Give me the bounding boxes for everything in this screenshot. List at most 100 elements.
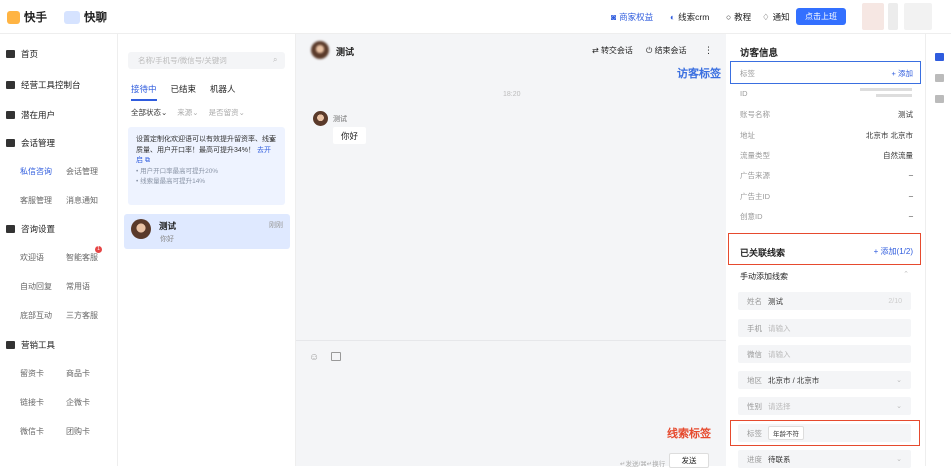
sidebar-item-common-phrases[interactable]: 常用语 bbox=[66, 281, 90, 292]
add-clue-button[interactable]: + 添加(1/2) bbox=[874, 246, 913, 257]
end-session-button[interactable]: ⏻ 结束会话 bbox=[646, 45, 687, 56]
field-placeholder: 请输入 bbox=[768, 349, 791, 359]
home-icon bbox=[6, 50, 15, 58]
sidebar-group-potential-users[interactable]: 潜在用户 bbox=[6, 109, 55, 121]
nav-clue-crm[interactable]: ◐ 线索crm bbox=[670, 11, 709, 23]
avatar bbox=[311, 41, 329, 59]
message-timestamp: 18:20 bbox=[503, 91, 521, 98]
sidebar-item-product-card[interactable]: 商品卡 bbox=[66, 368, 90, 379]
folder-icon bbox=[6, 341, 15, 349]
sidebar-item-smart-service[interactable]: 智能客服 bbox=[66, 252, 98, 263]
sidebar-group-consult-settings[interactable]: 咨询设置 bbox=[6, 223, 55, 235]
tag-chip[interactable]: 年龄不符 bbox=[768, 426, 804, 440]
visitor-panel: 访客信息 标签 + 添加 ID 账号名称 测试 地址 北京市 北京市 流量类型 … bbox=[726, 34, 925, 468]
field-value: 待联系 bbox=[768, 454, 791, 464]
sidebar-item-session-management[interactable]: 会话管理 bbox=[66, 166, 98, 177]
add-tag-button[interactable]: + 添加 bbox=[892, 68, 913, 79]
conversation-preview: 你好 bbox=[160, 236, 174, 243]
user-menu[interactable] bbox=[904, 3, 932, 30]
chevron-down-icon: ⌄ bbox=[896, 403, 902, 410]
message-bubble: 你好 bbox=[333, 127, 366, 144]
kuaishou-logo[interactable]: 快手 bbox=[7, 8, 47, 26]
field-value: 测试 bbox=[768, 296, 783, 306]
search-icon[interactable]: ⌕ bbox=[273, 55, 277, 65]
transfer-button[interactable]: ⇄ 转交会话 bbox=[592, 45, 633, 56]
avatar bbox=[313, 111, 328, 126]
settings-icon bbox=[6, 225, 15, 233]
conversation-time: 刚刚 bbox=[269, 222, 283, 229]
kuailiao-logo[interactable]: 快聊 bbox=[64, 8, 107, 26]
sidebar-item-agent-management[interactable]: 客服管理 bbox=[20, 195, 52, 206]
message-icon[interactable] bbox=[935, 74, 944, 82]
filter-lead[interactable]: 是否留资⌄ bbox=[209, 107, 245, 118]
collapse-icon[interactable]: ⌃ bbox=[903, 270, 909, 278]
image-icon[interactable] bbox=[331, 352, 341, 361]
clue-progress-select[interactable]: 进度 待联系 ⌄ bbox=[738, 450, 911, 468]
field-label: 标签 bbox=[747, 428, 762, 438]
clock-in-button[interactable]: 点击上班 bbox=[796, 8, 846, 25]
nav-tutorial[interactable]: ○ 教程 bbox=[726, 11, 751, 23]
send-hint: ↵发送/⌘↵换行 bbox=[620, 461, 666, 468]
tag-label: 标签 bbox=[740, 69, 755, 78]
close-icon[interactable]: × bbox=[270, 135, 275, 146]
sidebar-item-auto-reply[interactable]: 自动回复 bbox=[20, 281, 52, 292]
filter-status[interactable]: 全部状态⌄ bbox=[131, 107, 167, 118]
sidebar-item-message-notification[interactable]: 消息通知 bbox=[66, 195, 98, 206]
tutorial-icon: ○ bbox=[726, 12, 732, 22]
power-icon: ⏻ bbox=[646, 46, 655, 55]
conversation-name: 测试 bbox=[159, 221, 177, 231]
clue-gender-select[interactable]: 性别 请选择 ⌄ bbox=[738, 397, 911, 415]
clue-tag-annotation: 线索标签 bbox=[667, 428, 711, 440]
field-placeholder: 请选择 bbox=[768, 401, 791, 411]
top-bar: 快手 快聊 ◙ 商家权益 ◐ 线索crm ○ 教程 ♢ 通知 点击上班 bbox=[0, 0, 951, 34]
sidebar-group-console[interactable]: 经营工具控制台 bbox=[6, 79, 81, 91]
sidebar-item-wechat-card[interactable]: 微信卡 bbox=[20, 426, 44, 437]
field-value: – bbox=[908, 191, 913, 200]
sidebar-item-link-card[interactable]: 链接卡 bbox=[20, 397, 44, 408]
sidebar-item-bottom-interaction[interactable]: 底部互动 bbox=[20, 310, 52, 321]
benefits-icon: ◙ bbox=[611, 12, 617, 22]
filter-source[interactable]: 来源⌄ bbox=[177, 107, 198, 118]
more-icon[interactable]: ⋮ bbox=[704, 45, 713, 56]
clue-name-field[interactable]: 姓名 测试 2/10 bbox=[738, 292, 911, 310]
clue-region-select[interactable]: 地区 北京市 / 北京市 ⌄ bbox=[738, 371, 911, 389]
sidebar-group-label: 咨询设置 bbox=[21, 224, 56, 234]
list-icon[interactable] bbox=[935, 95, 944, 103]
clue-wechat-field[interactable]: 微信 请输入 bbox=[738, 345, 911, 363]
sidebar-item-lead-card[interactable]: 留资卡 bbox=[20, 368, 44, 379]
conversation-item[interactable]: 测试 你好 刚刚 bbox=[124, 214, 290, 249]
sidebar-group-session-mgmt[interactable]: 会话管理 bbox=[6, 137, 55, 149]
nav-merchant-benefits[interactable]: ◙ 商家权益 bbox=[611, 11, 653, 23]
redacted-id bbox=[876, 94, 912, 97]
clue-tag-field[interactable]: 标签 年龄不符 bbox=[738, 424, 911, 442]
manual-clue-section[interactable]: 手动添加线索 bbox=[740, 271, 788, 282]
nav-notification[interactable]: ♢ 通知 bbox=[762, 11, 790, 23]
field-value: 北京市 北京市 bbox=[865, 131, 913, 140]
composer-divider bbox=[296, 340, 726, 341]
sidebar-item-group-buy-card[interactable]: 团购卡 bbox=[66, 426, 90, 437]
char-count: 2/10 bbox=[888, 297, 902, 305]
sidebar-item-third-party-service[interactable]: 三方客服 bbox=[66, 310, 98, 321]
sidebar: 首页 经营工具控制台 潜在用户 会话管理 私信咨询 会话管理 客服管理 消息通知… bbox=[0, 34, 118, 466]
tip-text: 设置定制化欢迎语可以有效提升留资率、线索质量、用户开口率！最高可提升34%！ bbox=[136, 136, 276, 154]
sidebar-item-private-message[interactable]: 私信咨询 bbox=[20, 166, 52, 177]
field-label: 账号名称 bbox=[740, 110, 770, 119]
emoji-icon[interactable]: ☺ bbox=[309, 352, 319, 363]
transfer-icon: ⇄ bbox=[592, 46, 601, 55]
sidebar-group-marketing-tools[interactable]: 营销工具 bbox=[6, 339, 55, 351]
tab-ended[interactable]: 已结束 bbox=[171, 83, 197, 101]
sidebar-item-wecom-card[interactable]: 企微卡 bbox=[66, 397, 90, 408]
clue-phone-field[interactable]: 手机 请输入 bbox=[738, 319, 911, 337]
tab-receiving[interactable]: 接待中 bbox=[131, 83, 157, 101]
tab-robot[interactable]: 机器人 bbox=[210, 83, 236, 101]
visitor-info-title: 访客信息 bbox=[740, 48, 779, 59]
user-info-icon[interactable] bbox=[935, 53, 944, 61]
sidebar-item-welcome[interactable]: 欢迎语 bbox=[20, 252, 44, 263]
field-value: – bbox=[908, 211, 913, 220]
console-icon bbox=[6, 81, 15, 89]
field-label: 地区 bbox=[747, 375, 762, 385]
search-input[interactable] bbox=[128, 52, 285, 69]
avatar[interactable] bbox=[862, 3, 884, 30]
field-label: 性别 bbox=[747, 401, 762, 411]
sidebar-group-home[interactable]: 首页 bbox=[6, 48, 38, 60]
